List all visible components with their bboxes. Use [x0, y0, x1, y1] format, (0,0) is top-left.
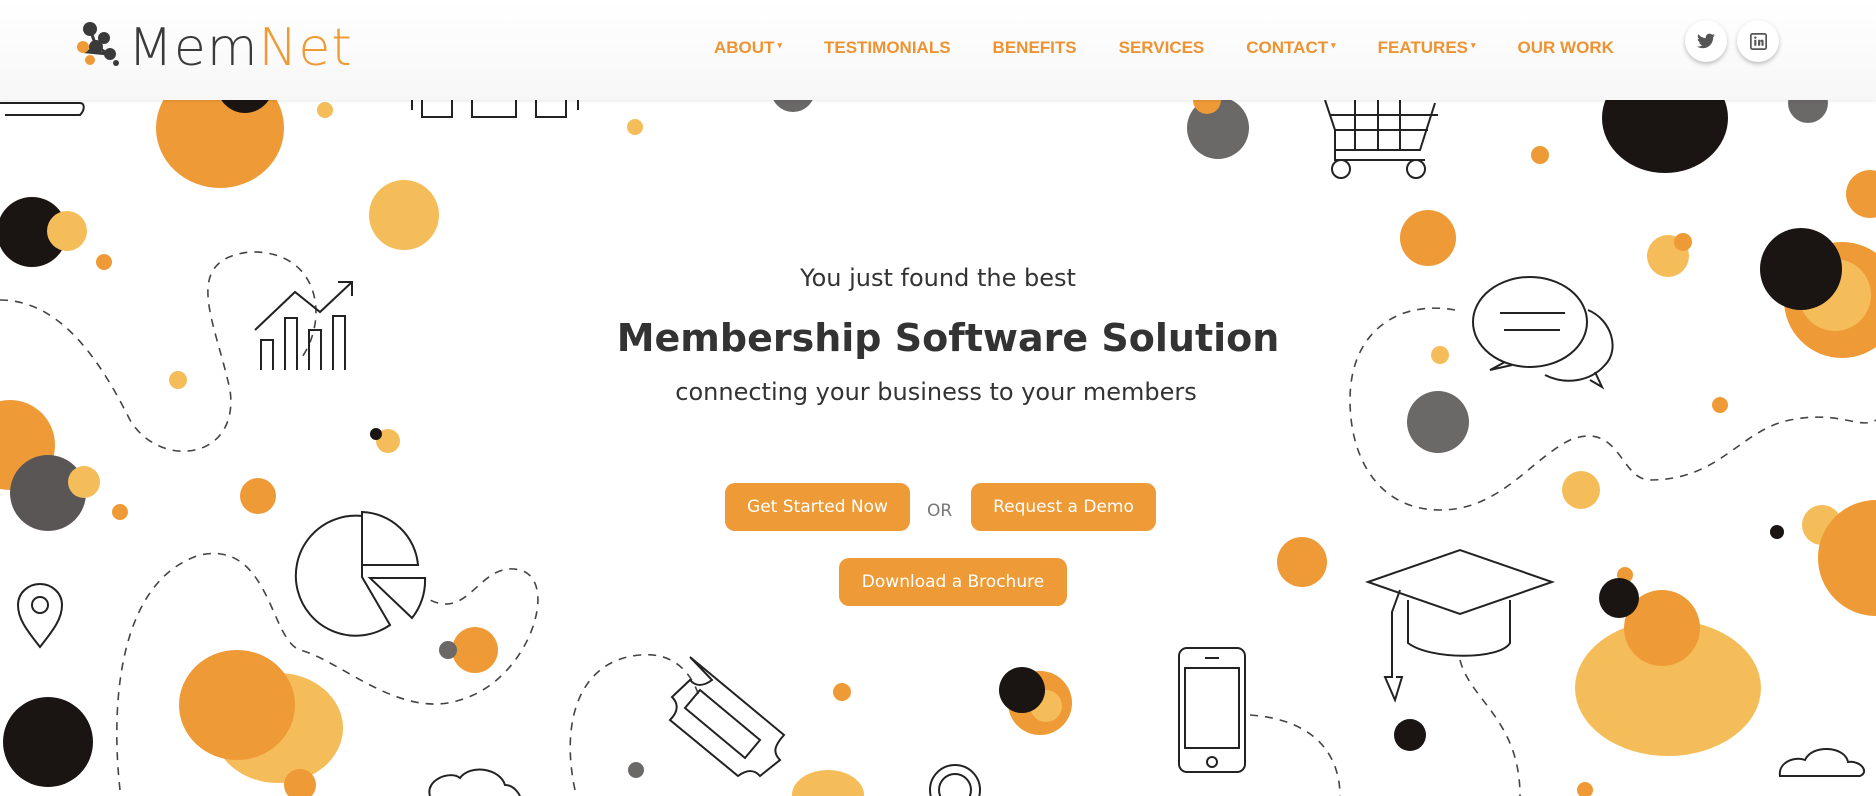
twitter-button[interactable] — [1685, 20, 1727, 62]
request-demo-button[interactable]: Request a Demo — [971, 483, 1156, 531]
twitter-icon — [1697, 33, 1715, 49]
linkedin-icon — [1749, 32, 1767, 50]
nav-services-label: SERVICES — [1118, 38, 1205, 57]
nav-services[interactable]: SERVICES — [1119, 38, 1205, 58]
or-separator: OR — [927, 501, 953, 521]
nav-features-label: FEATURES — [1377, 38, 1469, 57]
caret-down-icon: ▾ — [1331, 39, 1336, 50]
caret-down-icon: ▾ — [777, 39, 782, 50]
site-header: MemNet ABOUT ▾ TESTIMONIALS BENEFITS SER… — [0, 0, 1876, 100]
logo-text-mem: Mem — [128, 18, 259, 78]
hero-subtitle: connecting your business to your members — [675, 378, 1197, 406]
nav-about-label: ABOUT — [714, 38, 775, 57]
nav-our-work[interactable]: OUR WORK — [1518, 38, 1614, 58]
logo-text: MemNet — [128, 22, 353, 74]
nav-contact[interactable]: CONTACT ▾ — [1246, 38, 1335, 58]
nav-testimonials[interactable]: TESTIMONIALS — [824, 38, 951, 58]
hero-intro-text: You just found the best — [800, 264, 1076, 292]
get-started-button[interactable]: Get Started Now — [725, 483, 910, 531]
nav-benefits-label: BENEFITS — [992, 38, 1077, 57]
logo-text-net: Net — [258, 18, 353, 78]
linkedin-button[interactable] — [1737, 20, 1779, 62]
memnet-logo[interactable]: MemNet — [74, 18, 353, 78]
nav-about[interactable]: ABOUT ▾ — [714, 38, 782, 58]
nav-features[interactable]: FEATURES ▾ — [1378, 38, 1476, 58]
nav-our-work-label: OUR WORK — [1517, 38, 1614, 57]
main-nav: ABOUT ▾ TESTIMONIALS BENEFITS SERVICES C… — [714, 38, 1656, 58]
caret-down-icon: ▾ — [1471, 39, 1476, 50]
nav-contact-label: CONTACT — [1246, 38, 1329, 57]
hero-title: Membership Software Solution — [616, 316, 1280, 360]
nav-testimonials-label: TESTIMONIALS — [823, 38, 951, 57]
logo-molecule-icon — [77, 22, 119, 66]
download-brochure-button[interactable]: Download a Brochure — [839, 558, 1067, 606]
nav-benefits[interactable]: BENEFITS — [993, 38, 1077, 58]
